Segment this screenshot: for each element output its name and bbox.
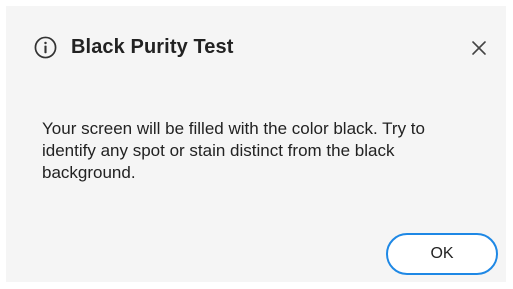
close-icon: [468, 37, 490, 59]
dialog-message: Your screen will be filled with the colo…: [42, 119, 425, 182]
close-button[interactable]: [468, 37, 490, 59]
black-purity-test-dialog: Black Purity Test Your screen will be fi…: [6, 6, 506, 282]
info-icon: [34, 36, 57, 59]
dialog-title: Black Purity Test: [71, 36, 234, 58]
dialog-header: Black Purity Test: [34, 36, 234, 59]
ok-button[interactable]: OK: [386, 233, 498, 275]
